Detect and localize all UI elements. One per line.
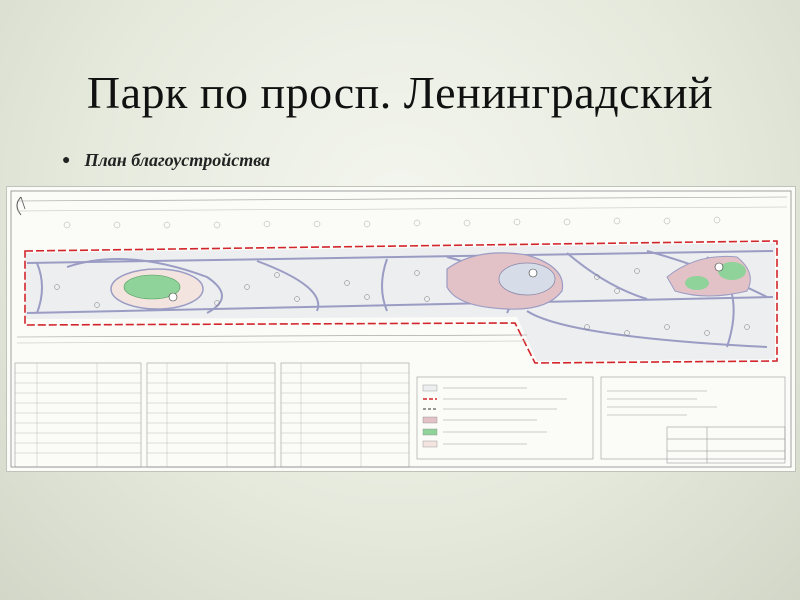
north-arrow-icon: [16, 196, 26, 216]
table-grid-lines: [15, 363, 409, 467]
slide-title: Парк по просп. Ленинградский: [86, 67, 714, 118]
landscaping-plan-drawing: [6, 186, 796, 472]
site-plan-svg: [10, 190, 792, 468]
legend-swatches: [422, 384, 438, 448]
title-block: [666, 426, 786, 464]
legend-text-lines: [443, 387, 717, 445]
bullet-dot-icon: ●: [62, 153, 71, 168]
tree-row-top: [63, 216, 721, 229]
bullet-item: ● План благоустройства: [62, 150, 270, 171]
bullet-text: План благоустройства: [84, 150, 271, 170]
